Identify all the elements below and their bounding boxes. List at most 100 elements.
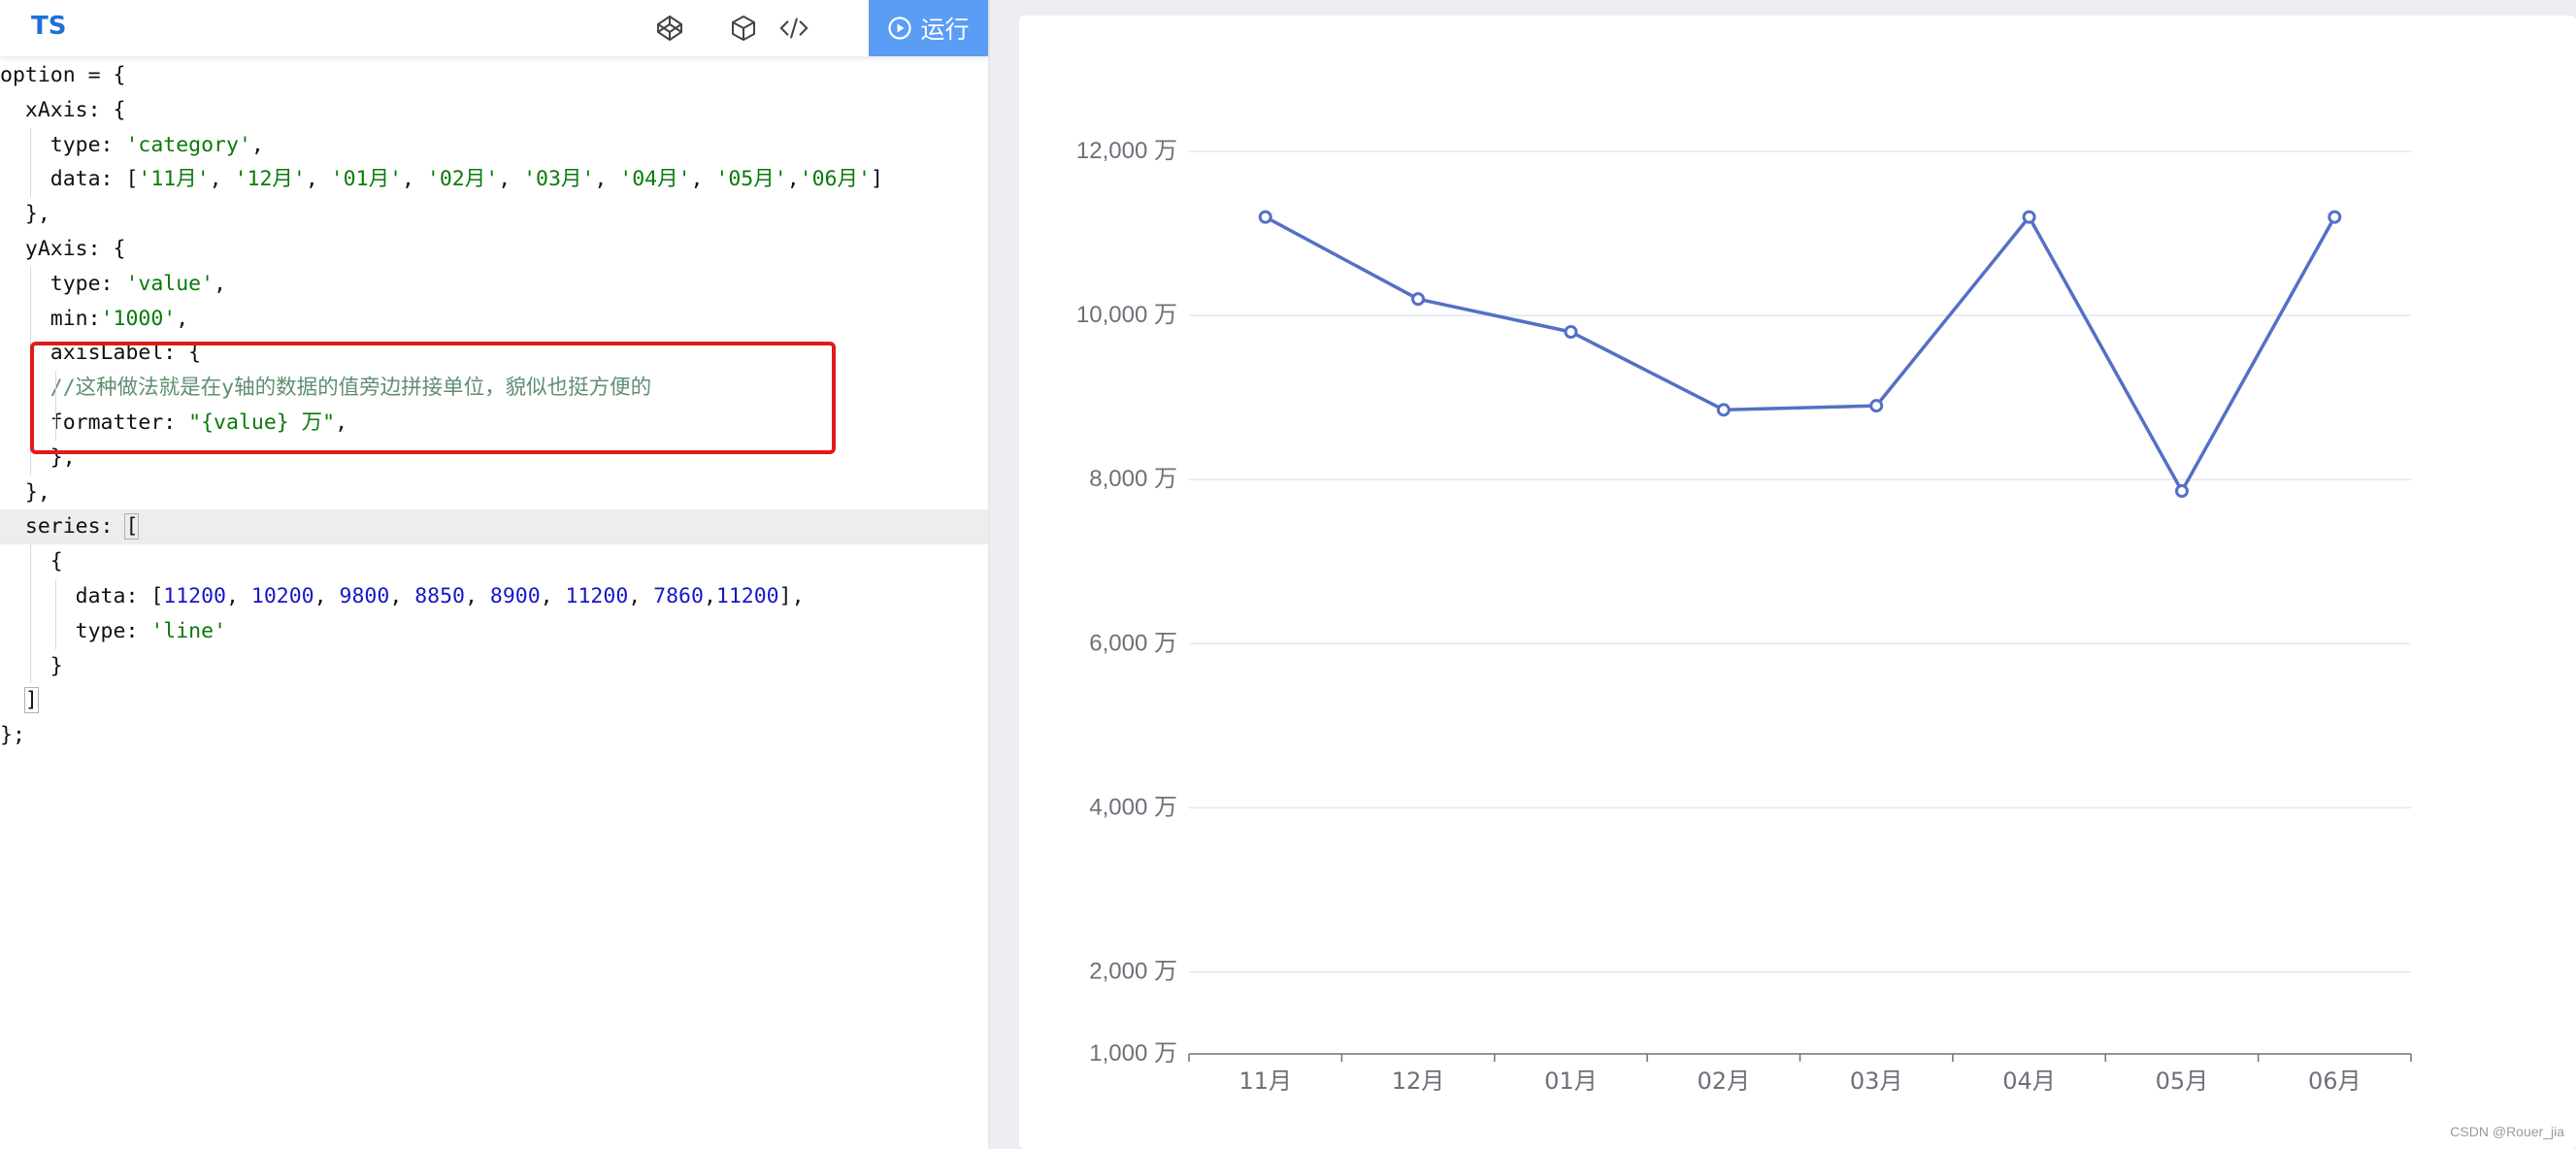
x-tick-label: 12月 <box>1392 1067 1445 1095</box>
x-tick-label: 05月 <box>2156 1067 2209 1095</box>
code-line[interactable]: type: 'category', <box>0 128 988 163</box>
code-token: , <box>540 584 566 608</box>
data-point <box>1258 210 1272 224</box>
code-line[interactable]: }, <box>0 197 988 232</box>
code-token: ] <box>870 167 883 192</box>
chart-card: 1,000 万 2,000 万 4,000 万 6,000 万 8,000 万 10,00… <box>1019 16 2576 1149</box>
code-line[interactable]: xAxis: { <box>0 93 988 128</box>
x-tick-label: 02月 <box>1698 1067 1751 1095</box>
code-token: xAxis: { <box>0 97 126 122</box>
code-token: , <box>498 167 524 192</box>
y-tick-label: 12,000 万 <box>1076 138 1177 164</box>
y-tick-label: 8,000 万 <box>1089 466 1177 492</box>
code-token: '02月' <box>426 167 499 192</box>
code-token: '05月' <box>715 167 787 192</box>
code-line[interactable]: ] <box>0 683 988 718</box>
cube-icon[interactable] <box>728 13 759 44</box>
code-token: 8850 <box>414 584 465 608</box>
code-line[interactable]: data: ['11月', '12月', '01月', '02月', '03月'… <box>0 162 988 197</box>
run-button[interactable]: 运行 <box>869 0 988 56</box>
line-chart: 1,000 万 2,000 万 4,000 万 6,000 万 8,000 万 10,00… <box>1076 138 2412 1095</box>
code-token: , <box>250 132 264 157</box>
code-token: data: [ <box>0 167 139 192</box>
code-token: 11200 <box>715 584 779 608</box>
code-token: ], <box>778 584 805 608</box>
code-token: , <box>690 167 716 192</box>
code-token: series: <box>0 514 126 540</box>
code-token: , <box>464 584 490 608</box>
code-token: , <box>389 584 415 608</box>
code-token: }, <box>0 202 50 227</box>
code-token: 'value' <box>125 271 215 296</box>
code-editor[interactable]: option = { xAxis: { type: 'category', da… <box>0 58 988 1145</box>
language-label[interactable]: TS <box>31 12 66 41</box>
y-tick-label: 2,000 万 <box>1089 958 1177 984</box>
code-token: 10200 <box>250 584 314 608</box>
x-tick-label: 11月 <box>1238 1067 1292 1095</box>
code-icon[interactable] <box>778 13 811 44</box>
code-line[interactable]: { <box>0 544 988 579</box>
run-label: 运行 <box>920 16 970 44</box>
data-point <box>2328 210 2342 224</box>
codepen-icon[interactable] <box>654 13 685 44</box>
code-line[interactable]: min:'1000', <box>0 302 988 337</box>
code-token: '01月' <box>330 167 403 192</box>
code-token: , <box>305 167 331 192</box>
code-line[interactable]: option = { <box>0 58 988 93</box>
series-line <box>1264 214 2336 493</box>
code-token: type: <box>0 271 126 296</box>
code-token: type: <box>0 132 126 157</box>
code-line[interactable]: series: [ <box>0 509 988 545</box>
code-line[interactable]: }, <box>0 476 988 510</box>
y-tick-label: 1,000 万 <box>1089 1040 1177 1067</box>
data-point <box>1411 292 1426 307</box>
code-token: yAxis: { <box>0 237 126 261</box>
x-tick-label: 06月 <box>2308 1067 2361 1095</box>
code-token: data: [ <box>0 584 164 608</box>
data-point <box>2022 210 2036 224</box>
code-token: '1000' <box>100 306 177 331</box>
code-token: min: <box>0 306 101 331</box>
code-line[interactable]: data: [11200, 10200, 9800, 8850, 8900, 1… <box>0 579 988 614</box>
code-editor-panel: TS 运行 option = { xAxis: {type: 'categor… <box>0 0 990 1149</box>
code-token: { <box>0 549 63 574</box>
code-line[interactable]: yAxis: { <box>0 232 988 267</box>
code-line[interactable]: } <box>0 649 988 684</box>
code-token: option = { <box>0 63 126 87</box>
code-line[interactable]: type: 'line' <box>0 614 988 649</box>
code-token: , <box>628 584 654 608</box>
indent-guide <box>30 544 31 684</box>
code-token: 8900 <box>489 584 541 608</box>
code-token: , <box>786 167 800 192</box>
code-token: '11月' <box>138 167 210 192</box>
code-token: 11200 <box>163 584 227 608</box>
code-line[interactable]: }; <box>0 718 988 753</box>
code-token: '12月' <box>234 167 306 192</box>
code-token: }; <box>0 723 25 748</box>
code-token: 11200 <box>565 584 629 608</box>
code-token: '06月' <box>799 167 871 192</box>
code-token: , <box>703 584 716 608</box>
y-tick-label: 4,000 万 <box>1089 794 1177 820</box>
code-token: type: <box>0 618 151 643</box>
play-circle-icon <box>888 16 912 40</box>
code-token: 'category' <box>125 132 251 157</box>
code-token: }, <box>0 479 50 505</box>
code-token: , <box>226 584 251 608</box>
code-token: '03月' <box>523 167 595 192</box>
watermark: CSDN @Rouer_jia <box>2450 1124 2564 1139</box>
highlight-annotation-box <box>30 342 836 454</box>
code-token: '04月' <box>619 167 691 192</box>
code-token: 7860 <box>653 584 704 608</box>
x-tick-label: 03月 <box>1850 1067 1903 1095</box>
code-token: [ <box>124 513 140 541</box>
code-token: , <box>176 306 189 331</box>
data-point <box>1869 399 1884 413</box>
editor-toolbar: TS 运行 <box>0 0 988 56</box>
code-token: , <box>214 271 227 296</box>
indent-guide <box>30 127 31 198</box>
code-token: , <box>314 584 340 608</box>
data-point <box>1564 325 1578 339</box>
code-line[interactable]: type: 'value', <box>0 267 988 302</box>
